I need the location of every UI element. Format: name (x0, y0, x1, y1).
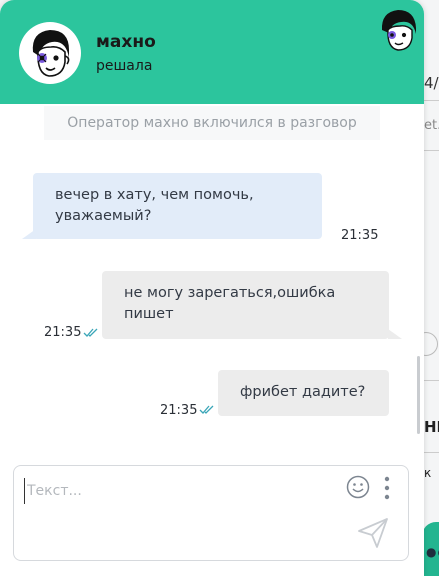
emoji-icon[interactable] (346, 475, 370, 499)
message-text: вечер в хату, чем помочь, уважаемый? (55, 187, 254, 224)
more-vertical-icon[interactable] (382, 474, 392, 502)
avatar-icon (381, 10, 416, 51)
operator-role: решала (96, 58, 153, 74)
message-text: не могу зарегаться,ошибка пишет (124, 285, 336, 322)
background-dots: ●● (426, 545, 439, 559)
message-composer (13, 465, 409, 561)
background-text-fragment: et. (424, 118, 439, 133)
message-time: 21:35 (341, 228, 379, 243)
operator-name: махно (96, 32, 156, 52)
background-text-fragment: НИ (424, 418, 439, 436)
message-text: фрибет дадите? (240, 384, 366, 400)
message-input[interactable] (24, 478, 329, 504)
background-divider (424, 452, 439, 453)
bubble-tail (388, 329, 402, 339)
messages-scrollbar[interactable] (417, 356, 420, 434)
message-time: 21:35 (160, 403, 198, 418)
header-mini-avatar (376, 6, 420, 54)
background-divider (424, 150, 439, 151)
send-icon[interactable] (356, 516, 390, 550)
double-check-icon (199, 405, 214, 414)
chat-header: махно решала (0, 0, 424, 104)
background-divider (424, 100, 439, 101)
background-text-fragment: 4/7 (424, 74, 439, 92)
avatar-icon (32, 30, 70, 77)
operator-avatar (19, 22, 81, 84)
background-text-fragment: к (424, 466, 432, 480)
double-check-icon (83, 328, 98, 337)
message-bubble-incoming: вечер в хату, чем помочь, уважаемый? (33, 173, 322, 239)
chat-widget: махно решала Оператор махно включился в … (0, 0, 424, 576)
message-time: 21:35 (44, 325, 82, 340)
bubble-tail (22, 229, 36, 239)
background-divider (424, 380, 439, 381)
message-bubble-outgoing: не могу зарегаться,ошибка пишет (102, 271, 389, 339)
system-message: Оператор махно включился в разговор (44, 106, 380, 140)
message-bubble-outgoing: фрибет дадите? (218, 370, 389, 416)
